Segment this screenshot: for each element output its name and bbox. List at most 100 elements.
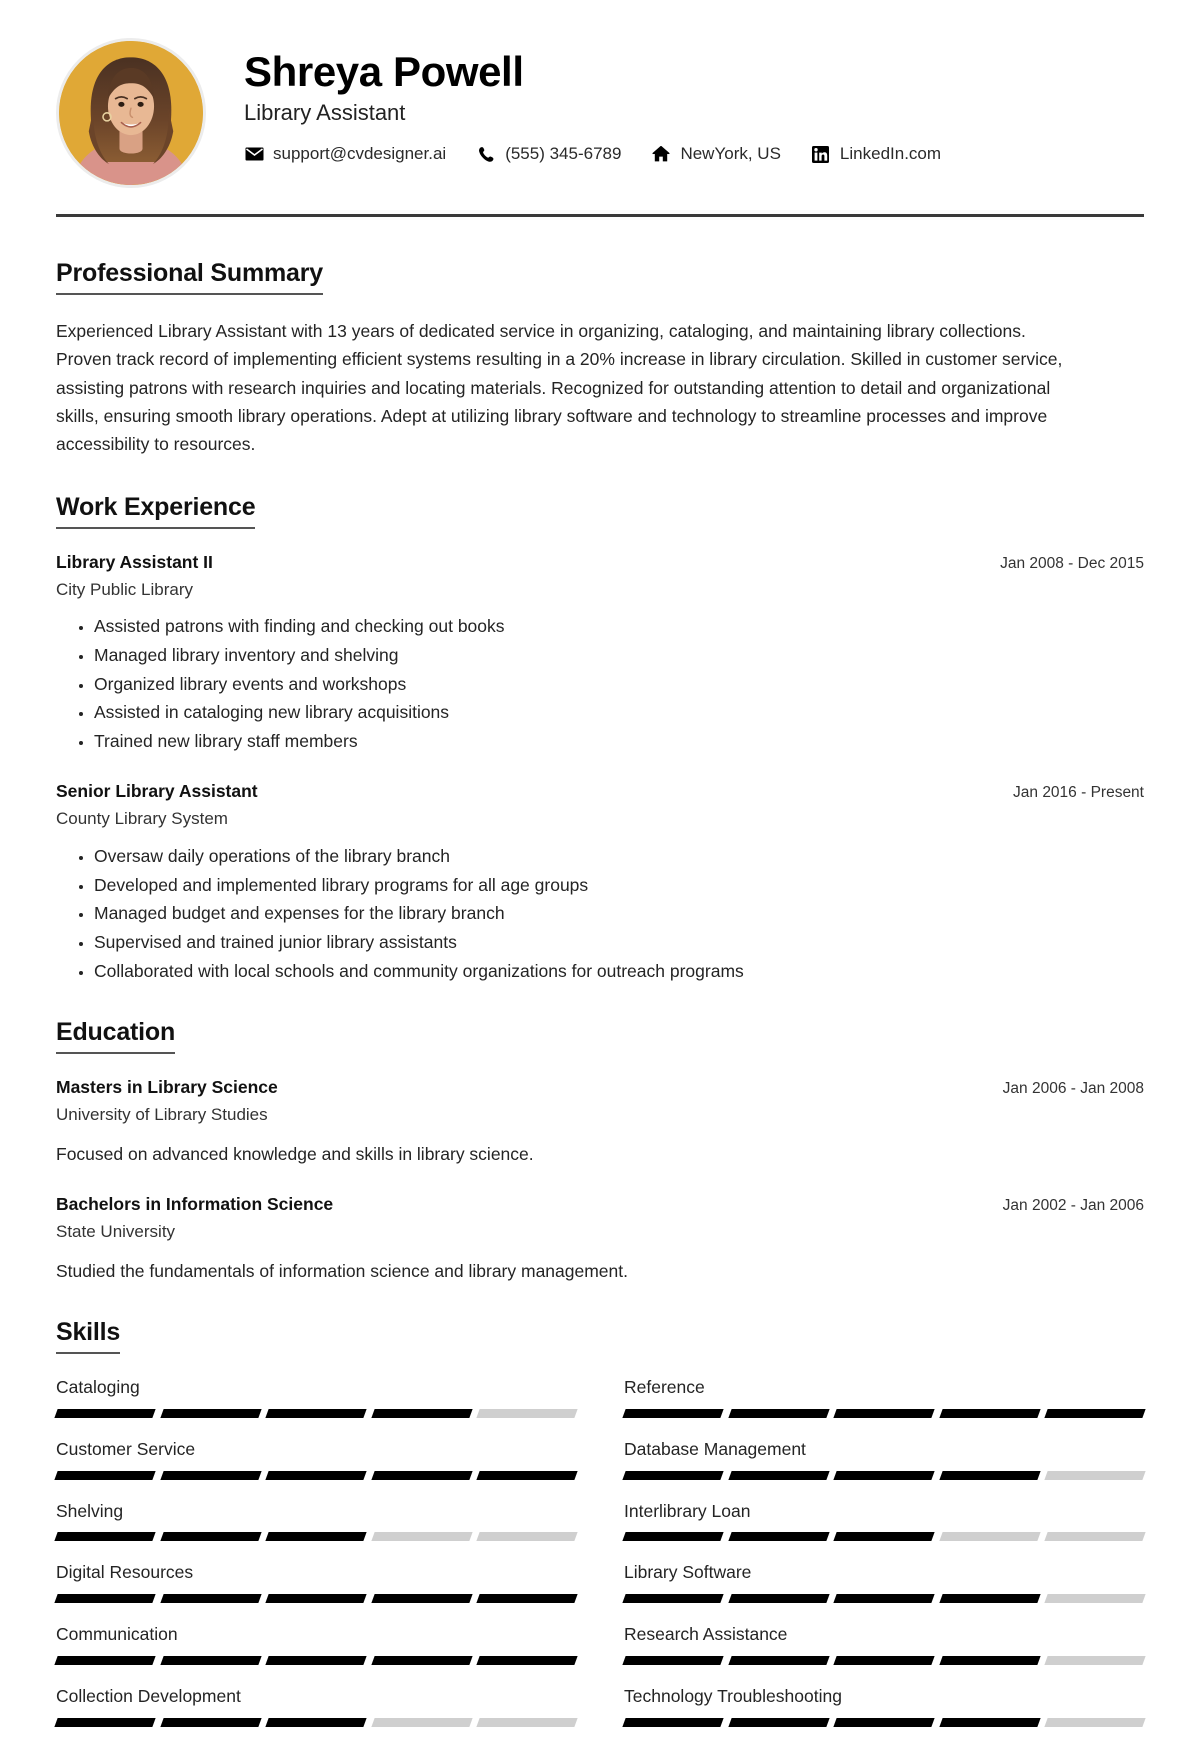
skill-level-segment — [265, 1717, 367, 1727]
list-item: Supervised and trained junior library as… — [94, 929, 1144, 956]
summary-text: Experienced Library Assistant with 13 ye… — [56, 321, 1063, 455]
skill-item: Communication — [54, 1623, 578, 1685]
skill-level-segment — [622, 1717, 724, 1727]
section-title-skills: Skills — [56, 1318, 120, 1355]
list-item: Collaborated with local schools and comm… — [94, 958, 1144, 985]
skill-level-segment — [371, 1594, 473, 1604]
skill-level-segment — [939, 1717, 1041, 1727]
skill-level-segment — [371, 1408, 473, 1418]
section-work-experience: Work Experience Library Assistant II Jan… — [56, 493, 1144, 984]
skill-level-segment — [54, 1470, 156, 1480]
skill-label: Communication — [56, 1624, 178, 1645]
list-item: Oversaw daily operations of the library … — [94, 843, 1144, 870]
skill-level-segment — [833, 1717, 935, 1727]
skill-level-segment — [265, 1532, 367, 1542]
skill-item: Database Management — [622, 1438, 1146, 1500]
resume-header: Shreya Powell Library Assistant support@… — [0, 0, 1200, 188]
education-description: Studied the fundamentals of information … — [56, 1260, 628, 1281]
work-entry-head: Library Assistant II Jan 2008 - Dec 2015 — [56, 551, 1144, 575]
skill-label: Library Software — [624, 1562, 752, 1583]
education-degree: Masters in Library Science — [56, 1077, 278, 1098]
skill-level-segment — [622, 1532, 724, 1542]
skill-item: Research Assistance — [622, 1623, 1146, 1685]
section-title-education: Education — [56, 1018, 175, 1055]
skills-grid: Cataloging Reference Customer Service Datab… — [54, 1376, 1146, 1747]
education-entry-head: Masters in Library Science Jan 2006 - Ja… — [56, 1076, 1144, 1100]
work-role: Senior Library Assistant — [56, 781, 258, 802]
skill-label: Technology Troubleshooting — [624, 1685, 842, 1706]
work-date: Jan 2008 - Dec 2015 — [1000, 554, 1144, 572]
skill-label: Collection Development — [56, 1685, 241, 1706]
page-title: Shreya Powell — [244, 48, 524, 95]
skill-label: Cataloging — [56, 1377, 140, 1398]
contact-email-value: support@cvdesigner.ai — [273, 144, 447, 164]
skill-level-segment — [476, 1717, 578, 1727]
skill-level-bar — [622, 1408, 1146, 1418]
avatar — [56, 38, 206, 188]
skill-level-segment — [727, 1655, 829, 1665]
skill-level-segment — [939, 1470, 1041, 1480]
list-item: Trained new library staff members — [94, 728, 1144, 755]
skill-level-segment — [476, 1655, 578, 1665]
skill-label: Reference — [624, 1377, 705, 1398]
skill-level-segment — [371, 1532, 473, 1542]
header-divider — [56, 214, 1144, 217]
contact-linkedin[interactable]: LinkedIn.com — [811, 144, 941, 164]
skill-level-segment — [622, 1470, 724, 1480]
skill-level-segment — [939, 1408, 1041, 1418]
skill-item: Collection Development — [54, 1685, 578, 1747]
education-entry: Bachelors in Information Science Jan 200… — [56, 1193, 1144, 1284]
skill-level-bar — [622, 1717, 1146, 1727]
skill-level-segment — [727, 1470, 829, 1480]
work-entry: Senior Library Assistant Jan 2016 - Pres… — [56, 780, 1144, 984]
work-role: Library Assistant II — [56, 551, 213, 572]
section-skills: Skills Cataloging Reference Customer Servi… — [54, 1318, 1146, 1747]
skill-level-segment — [476, 1408, 578, 1418]
skill-level-segment — [476, 1532, 578, 1542]
education-description: Focused on advanced knowledge and skills… — [56, 1143, 534, 1164]
skill-level-segment — [159, 1594, 261, 1604]
skill-level-segment — [159, 1408, 261, 1418]
work-entry-head: Senior Library Assistant Jan 2016 - Pres… — [56, 780, 1144, 804]
section-education: Education Masters in Library Science Jan… — [56, 1018, 1144, 1284]
skill-level-segment — [371, 1655, 473, 1665]
skill-level-segment — [939, 1532, 1041, 1542]
contact-location[interactable]: NewYork, US — [651, 144, 781, 164]
work-entry: Library Assistant II Jan 2008 - Dec 2015… — [56, 551, 1144, 755]
contact-email[interactable]: support@cvdesigner.ai — [244, 144, 446, 164]
education-school: University of Library Studies — [56, 1105, 268, 1125]
list-item: Assisted patrons with finding and checki… — [94, 613, 1144, 640]
skill-level-segment — [265, 1655, 367, 1665]
skill-level-segment — [727, 1408, 829, 1418]
contact-phone[interactable]: (555) 345-6789 — [476, 144, 621, 164]
skill-level-bar — [54, 1470, 578, 1480]
skill-level-segment — [54, 1717, 156, 1727]
education-date: Jan 2006 - Jan 2008 — [1002, 1080, 1144, 1098]
skill-level-segment — [54, 1532, 156, 1542]
skill-level-segment — [833, 1594, 935, 1604]
skill-level-segment — [476, 1594, 578, 1604]
work-organization: County Library System — [56, 809, 228, 829]
skill-level-segment — [265, 1408, 367, 1418]
education-school: State University — [56, 1221, 176, 1241]
list-item: Managed budget and expenses for the libr… — [94, 900, 1144, 927]
skill-level-bar — [54, 1532, 578, 1542]
skill-level-segment — [1044, 1594, 1146, 1604]
work-organization: City Public Library — [56, 579, 193, 599]
skill-label: Research Assistance — [624, 1624, 788, 1645]
resume-page: Shreya Powell Library Assistant support@… — [0, 0, 1200, 1747]
skill-item: Digital Resources — [54, 1561, 578, 1623]
skill-level-segment — [54, 1408, 156, 1418]
skill-level-bar — [622, 1655, 1146, 1665]
skill-label: Interlibrary Loan — [624, 1500, 751, 1521]
linkedin-icon — [811, 145, 831, 163]
skill-level-segment — [833, 1532, 935, 1542]
work-bullets: Oversaw daily operations of the library … — [56, 843, 1144, 984]
skill-item: Library Software — [622, 1561, 1146, 1623]
skill-level-segment — [939, 1655, 1041, 1665]
contact-location-value: NewYork, US — [680, 144, 781, 164]
list-item: Developed and implemented library progra… — [94, 872, 1144, 899]
skill-item: Reference — [622, 1376, 1146, 1438]
skill-level-segment — [1044, 1532, 1146, 1542]
skill-item: Customer Service — [54, 1438, 578, 1500]
